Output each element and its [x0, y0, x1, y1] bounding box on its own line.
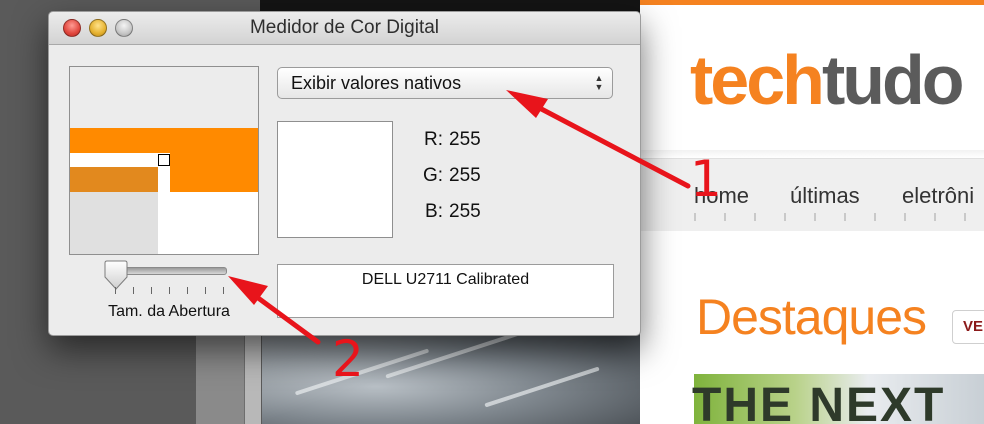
aperture-slider-knob[interactable] — [104, 260, 128, 290]
aperture-size-label: Tam. da Abertura — [108, 303, 230, 320]
aperture-cursor — [158, 154, 170, 166]
display-mode-label: Exibir valores nativos — [291, 73, 462, 93]
annotation-label-1: 1 — [690, 150, 722, 208]
banner-text: THE NEXT — [692, 379, 946, 424]
green-label: G: — [422, 165, 443, 186]
ver-mais-button[interactable]: VE — [952, 310, 984, 344]
red-value: 255 — [449, 129, 481, 150]
nav-dividers — [694, 213, 984, 223]
color-profile-box: DELL U2711 Calibrated — [277, 264, 614, 318]
nav-eletronicos[interactable]: eletrôni — [902, 183, 974, 209]
section-title: Destaques — [696, 289, 927, 345]
logo-tudo: tudo — [821, 41, 965, 119]
green-value-row: G: 255 — [407, 165, 481, 187]
blue-label: B: — [425, 201, 443, 222]
digital-color-meter-window: Medidor de Cor Digital Exibir valores na… — [48, 11, 641, 336]
logo-tech: tech — [690, 41, 825, 119]
display-mode-popup[interactable]: Exibir valores nativos ▲ ▼ — [277, 67, 613, 99]
blue-value-row: B: 255 — [407, 201, 481, 223]
color-profile-name: DELL U2711 Calibrated — [361, 271, 530, 288]
green-value: 255 — [449, 165, 481, 186]
nav-ultimas[interactable]: últimas — [790, 183, 860, 209]
techtudo-website: techtudo home últimas eletrôni Destaques… — [640, 0, 984, 424]
sky-photo — [262, 325, 640, 424]
browser-sidebar — [196, 330, 261, 424]
magnifier-preview — [69, 66, 259, 255]
red-value-row: R: 255 — [407, 129, 481, 151]
red-label: R: — [424, 129, 443, 150]
color-swatch — [277, 121, 393, 238]
techtudo-logo[interactable]: techtudo — [690, 40, 965, 120]
aperture-slider-ticks — [115, 287, 227, 295]
window-title: Medidor de Cor Digital — [249, 17, 440, 38]
annotation-label-2: 2 — [332, 330, 364, 388]
title-bar[interactable]: Medidor de Cor Digital — [49, 12, 640, 45]
scrollbar[interactable] — [244, 330, 261, 424]
up-down-arrows-icon: ▲ ▼ — [594, 73, 604, 92]
blue-value: 255 — [449, 201, 481, 222]
site-top-bar — [640, 0, 984, 5]
